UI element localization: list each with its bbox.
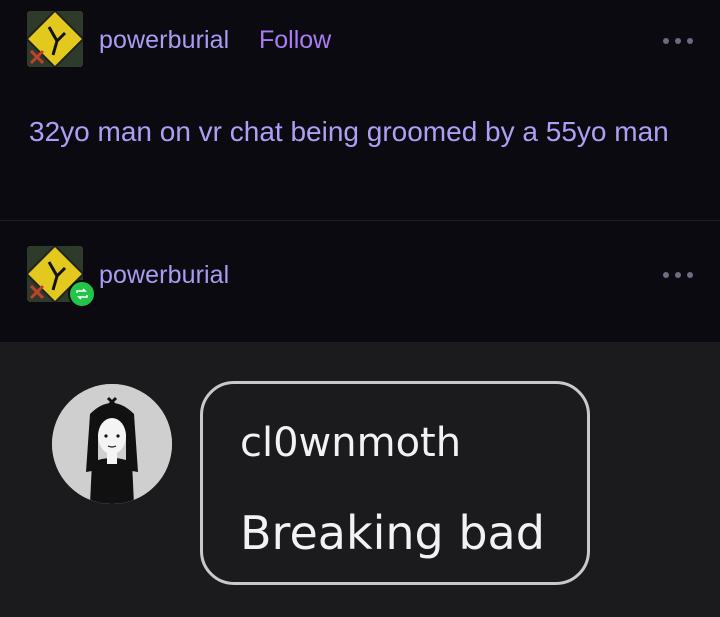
ellipsis-icon bbox=[663, 272, 669, 278]
ellipsis-icon bbox=[675, 272, 681, 278]
ellipsis-icon bbox=[687, 272, 693, 278]
post-body-text: 32yo man on vr chat being groomed by a 5… bbox=[29, 116, 669, 147]
follow-button[interactable]: Follow bbox=[259, 26, 331, 55]
ellipsis-icon bbox=[663, 38, 669, 44]
avatar-sign-icon bbox=[27, 11, 83, 67]
commenter-avatar bbox=[52, 384, 172, 504]
ellipsis-icon bbox=[675, 38, 681, 44]
reblog-icon bbox=[76, 288, 88, 300]
more-options-button[interactable] bbox=[663, 268, 693, 282]
post-username[interactable]: powerburial bbox=[99, 26, 229, 55]
more-options-button[interactable] bbox=[663, 34, 693, 48]
girl-portrait-icon bbox=[52, 384, 172, 504]
user-avatar[interactable] bbox=[27, 11, 83, 67]
ellipsis-icon bbox=[687, 38, 693, 44]
reblog-badge bbox=[68, 280, 96, 308]
comment-author: cl0wnmoth bbox=[240, 420, 462, 466]
post-username[interactable]: powerburial bbox=[99, 261, 229, 290]
comment-text: Breaking bad bbox=[240, 506, 545, 560]
